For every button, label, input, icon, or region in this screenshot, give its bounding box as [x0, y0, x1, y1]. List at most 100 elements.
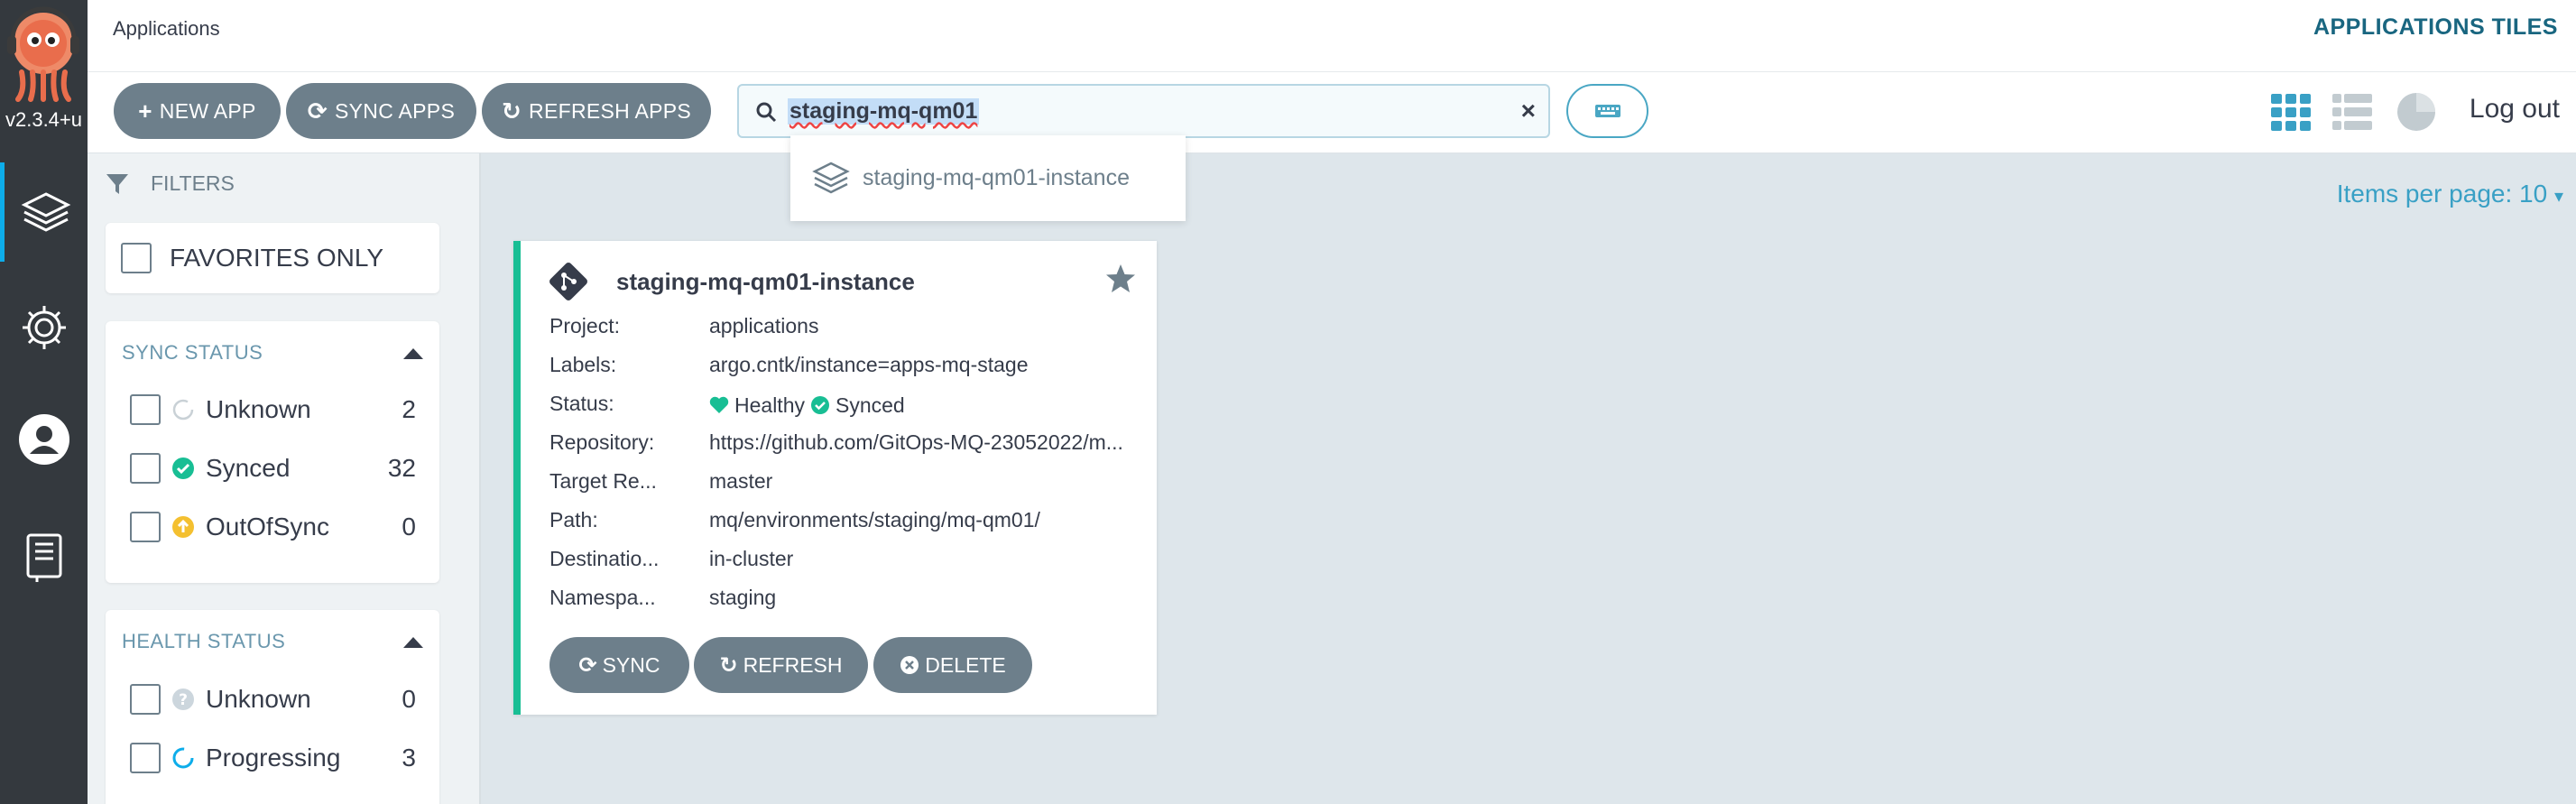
star-icon[interactable] [1104, 263, 1137, 295]
tiles-view-icon[interactable] [2269, 90, 2313, 134]
svg-text:?: ? [179, 691, 188, 709]
field-target-revision: Target Re... master [549, 469, 1133, 496]
layers-icon [21, 192, 71, 232]
list-view-icon[interactable] [2331, 90, 2374, 134]
filter-row-health-unknown[interactable]: ? Unknown 0 [130, 679, 416, 719]
sync-status: Synced [835, 393, 905, 417]
nav-settings[interactable] [0, 278, 88, 377]
check-circle-icon [810, 396, 829, 414]
autocomplete-item[interactable]: staging-mq-qm01-instance [863, 165, 1130, 191]
filter-count: 32 [387, 454, 416, 482]
sync-label: SYNC [602, 652, 660, 677]
field-value: mq/environments/staging/mq-qm01/ [709, 508, 1040, 531]
argo-logo[interactable] [4, 4, 83, 103]
favorites-only-filter[interactable]: FAVORITES ONLY [106, 223, 439, 293]
user-icon [18, 414, 69, 465]
search-icon [756, 102, 777, 123]
checkbox[interactable] [130, 684, 161, 715]
check-circle-icon [172, 457, 194, 479]
search-input[interactable]: staging-mq-qm01 [788, 98, 980, 125]
sync-status-filter: SYNC STATUS Unknown 2 Synced 32 OutOfSyn… [106, 321, 439, 583]
arrow-up-circle-icon [172, 516, 194, 538]
times-circle-icon [900, 656, 919, 674]
refresh-apps-button[interactable]: ↻ REFRESH APPS [482, 83, 711, 139]
field-namespace: Namespa... staging [549, 586, 1133, 613]
collapse-caret-icon[interactable] [403, 348, 423, 359]
keyboard-shortcut-button[interactable] [1566, 84, 1648, 138]
clear-search-button[interactable]: × [1521, 97, 1536, 125]
filter-label: Unknown [206, 685, 311, 713]
field-value: in-cluster [709, 547, 794, 570]
field-key: Status: [549, 392, 614, 415]
breadcrumb[interactable]: Applications [113, 17, 220, 41]
search-autocomplete: staging-mq-qm01-instance [790, 135, 1186, 221]
filter-count: 3 [402, 744, 416, 772]
field-key: Labels: [549, 353, 617, 376]
collapse-caret-icon[interactable] [403, 637, 423, 648]
sync-button[interactable]: ⟳ SYNC [549, 637, 689, 693]
delete-button[interactable]: DELETE [873, 637, 1032, 693]
refresh-button[interactable]: ↻ REFRESH [694, 637, 868, 693]
field-value: applications [709, 314, 819, 337]
filter-row-sync-outofsync[interactable]: OutOfSync 0 [130, 507, 416, 547]
field-value: https://github.com/GitOps-MQ-23052022/m.… [709, 430, 1123, 454]
field-repository: Repository: https://github.com/GitOps-MQ… [549, 430, 1133, 457]
field-key: Path: [549, 508, 598, 531]
nav-documentation[interactable] [0, 507, 88, 606]
field-key: Namespa... [549, 586, 656, 609]
layers-icon [812, 162, 850, 193]
left-nav: v2.3.4+u [0, 0, 88, 804]
filter-label: Progressing [206, 744, 341, 772]
filter-row-sync-synced[interactable]: Synced 32 [130, 448, 416, 488]
field-key: Target Re... [549, 469, 657, 493]
search-box[interactable]: staging-mq-qm01 × [737, 84, 1550, 138]
sync-apps-label: SYNC APPS [335, 98, 456, 123]
field-key: Destinatio... [549, 547, 660, 570]
favorites-checkbox[interactable] [121, 243, 152, 273]
version-label: v2.3.4+u [5, 108, 82, 131]
checkbox[interactable] [130, 743, 161, 773]
app-name[interactable]: staging-mq-qm01-instance [616, 268, 915, 296]
field-labels: Labels: argo.cntk/instance=apps-mq-stage [549, 353, 1133, 380]
health-status-title: HEALTH STATUS [122, 630, 286, 652]
logout-link[interactable]: Log out [2470, 94, 2560, 125]
sync-icon: ⟳ [578, 652, 597, 678]
refresh-label: REFRESH [743, 652, 843, 677]
field-value: argo.cntk/instance=apps-mq-stage [709, 353, 1029, 376]
heart-icon [709, 396, 729, 413]
filter-icon [106, 173, 128, 194]
field-project: Project: applications [549, 314, 1133, 341]
circle-notch-icon [172, 399, 194, 420]
nav-applications[interactable] [0, 162, 88, 262]
items-per-page-select[interactable]: Items per page: 10 ▾ [2337, 180, 2563, 208]
new-app-button[interactable]: + NEW APP [114, 83, 281, 139]
filters-pane: FILTERS FAVORITES ONLY SYNC STATUS Unkno… [88, 153, 481, 804]
health-status: Healthy [734, 393, 805, 417]
filter-row-health-progressing[interactable]: Progressing 3 [130, 738, 416, 778]
filter-label: OutOfSync [206, 513, 329, 541]
sync-apps-button[interactable]: ⟳ SYNC APPS [286, 83, 476, 139]
sync-status-title: SYNC STATUS [122, 341, 263, 364]
checkbox[interactable] [130, 394, 161, 425]
favorites-label: FAVORITES ONLY [170, 244, 384, 272]
checkbox[interactable] [130, 512, 161, 542]
page-title: APPLICATIONS TILES [2313, 14, 2558, 40]
refresh-icon: ↻ [719, 652, 738, 678]
pie-chart-view-icon[interactable] [2395, 90, 2438, 134]
checkbox[interactable] [130, 453, 161, 484]
field-value: master [709, 469, 773, 493]
filter-row-sync-unknown[interactable]: Unknown 2 [130, 390, 416, 430]
health-status-filter: HEALTH STATUS ? Unknown 0 Progressing 3 [106, 610, 439, 804]
field-path: Path: mq/environments/staging/mq-qm01/ [549, 508, 1133, 535]
filter-count: 0 [402, 513, 416, 541]
filters-label: FILTERS [151, 171, 235, 195]
new-app-label: NEW APP [159, 98, 256, 123]
sync-icon: ⟳ [307, 97, 328, 125]
spinner-icon [172, 747, 194, 769]
refresh-icon: ↻ [501, 97, 522, 125]
keyboard-icon [1594, 105, 1620, 117]
filter-count: 0 [402, 685, 416, 713]
app-tile[interactable]: staging-mq-qm01-instance Project: applic… [513, 241, 1157, 715]
filter-label: Unknown [206, 395, 311, 423]
nav-user-info[interactable] [0, 390, 88, 489]
